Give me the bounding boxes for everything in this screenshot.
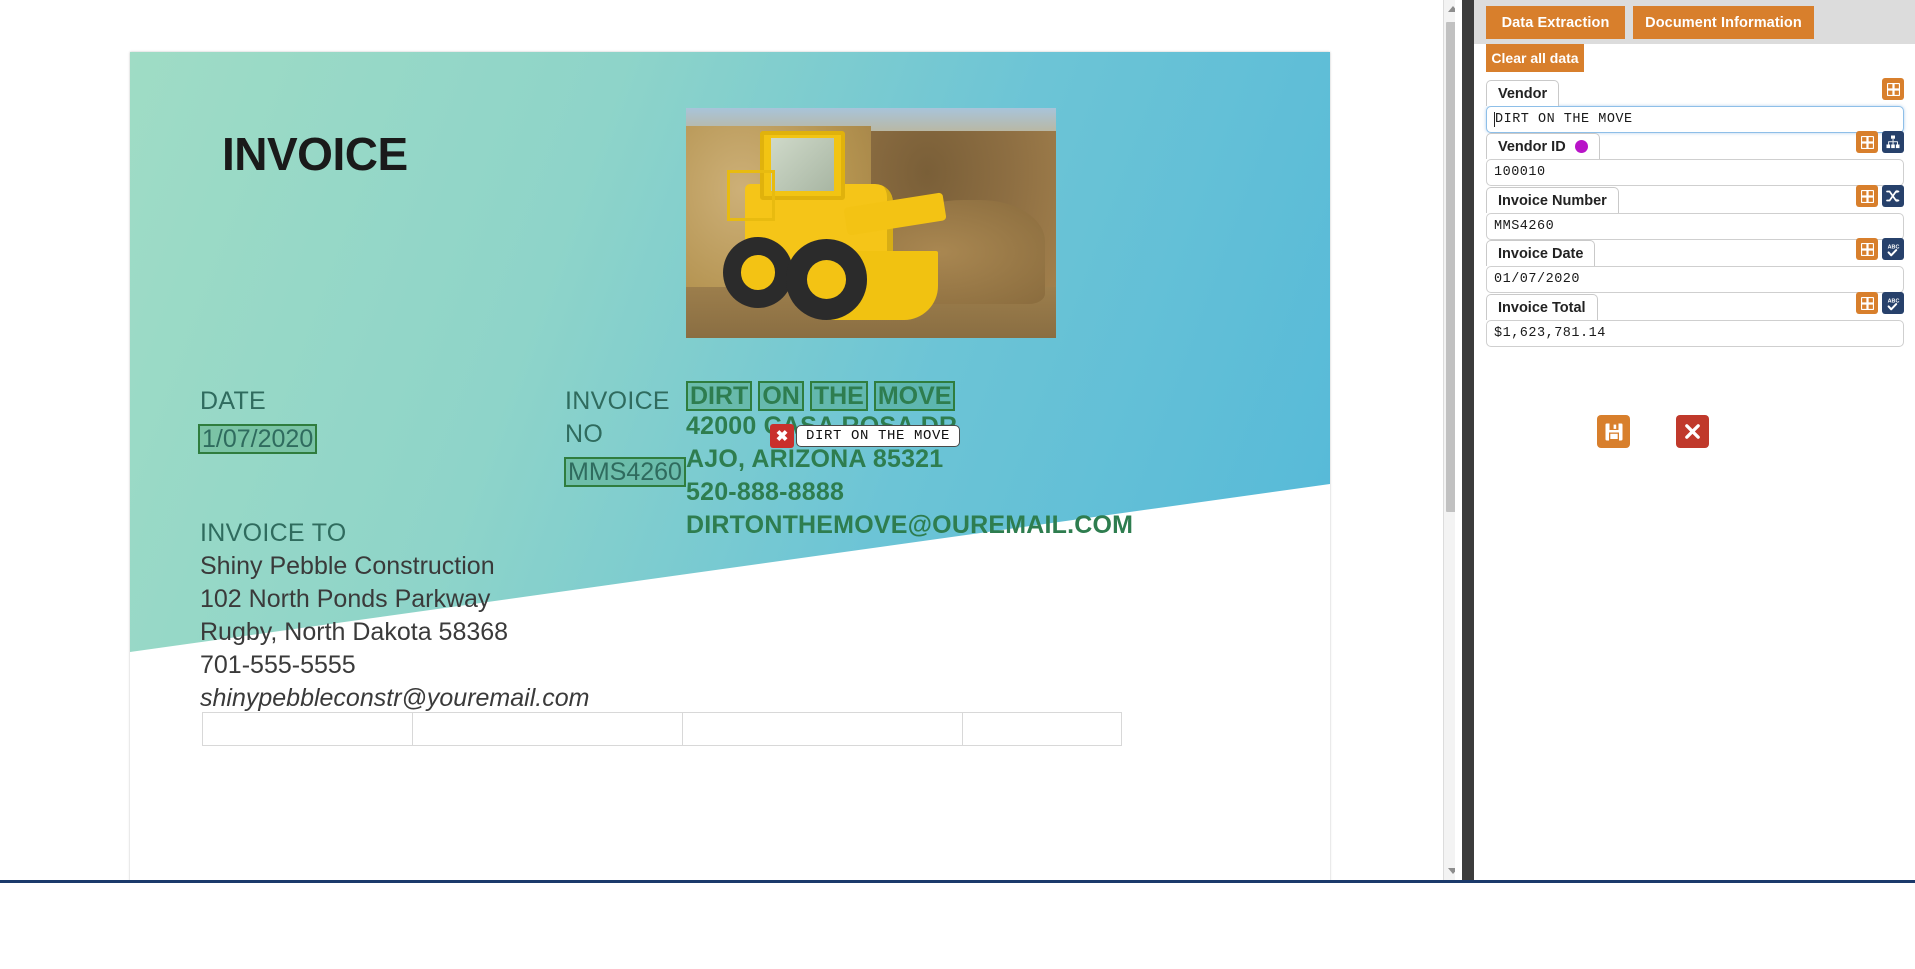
hierarchy-icon[interactable] [1882, 131, 1904, 153]
wheel-loader-photo [686, 108, 1056, 338]
field-vendor-value: DIRT ON THE MOVE [1495, 112, 1633, 127]
field-vendor-input[interactable]: DIRT ON THE MOVE [1486, 106, 1904, 133]
status-dot-icon [1574, 140, 1588, 153]
vendor-phone: 520-888-8888 [686, 478, 845, 506]
panel-tabstrip: Data Extraction Document Information [1474, 0, 1915, 44]
field-invoice-date-head: Invoice Date ABC [1486, 238, 1904, 266]
field-invoice-number-value: MMS4260 [1494, 219, 1555, 234]
caret-down-icon[interactable] [1444, 862, 1455, 880]
caret-up-icon[interactable] [1444, 0, 1455, 18]
bill-to-label: INVOICE TO [200, 519, 347, 547]
svg-text:ABC: ABC [1887, 244, 1899, 250]
field-invoice-date: Invoice Date ABC 01/07/2020 [1486, 238, 1904, 293]
close-x-icon[interactable]: ✖ [770, 424, 794, 448]
spellcheck-icon[interactable]: ABC [1882, 238, 1904, 260]
field-invoice-number-buttons [1856, 185, 1904, 207]
field-invoice-date-label: Invoice Date [1498, 245, 1584, 262]
invoice-no-label-line1: INVOICE [565, 387, 670, 415]
field-invoice-date-label-tab: Invoice Date [1486, 240, 1596, 266]
field-vendor-label-tab: Vendor [1486, 80, 1560, 106]
data-extraction-panel: Data Extraction Document Information Cle… [1474, 0, 1915, 880]
table-col-3 [682, 712, 962, 746]
clear-all-data-button[interactable]: Clear all data [1486, 44, 1584, 72]
bill-to-city: Rugby, North Dakota 58368 [200, 618, 509, 646]
vendor-word-3[interactable]: MOVE [873, 381, 956, 412]
invoice-no-value: MMS4260 [564, 457, 686, 488]
shuffle-icon[interactable] [1882, 185, 1904, 207]
field-invoice-date-value: 01/07/2020 [1494, 272, 1581, 287]
field-vendor-buttons [1882, 78, 1904, 100]
bill-to-email: shinypebbleconstr@youremail.com [200, 684, 590, 712]
scrollbar-thumb[interactable] [1446, 22, 1455, 512]
invoice-no-value-highlight[interactable]: MMS4260 [564, 457, 686, 488]
field-invoice-total-buttons: ABC [1856, 292, 1904, 314]
invoice-no-label-line2: NO [565, 420, 604, 448]
date-label: DATE [200, 387, 267, 415]
vendor-address-line2: AJO, ARIZONA 85321 [686, 445, 944, 473]
vendor-tag-popup[interactable]: ✖ DIRT ON THE MOVE [770, 424, 961, 448]
save-button[interactable] [1597, 415, 1630, 448]
grid-icon[interactable] [1856, 238, 1878, 260]
vendor-word-0[interactable]: DIRT [686, 381, 753, 412]
vendor-word-1[interactable]: ON [758, 381, 804, 412]
field-invoice-total-head: Invoice Total ABC [1486, 292, 1904, 320]
field-vendor-id-head: Vendor ID [1486, 131, 1904, 159]
field-vendor-id-label: Vendor ID [1498, 138, 1566, 155]
bill-to-street: 102 North Ponds Parkway [200, 585, 491, 613]
grid-icon[interactable] [1856, 292, 1878, 314]
vendor-tag-value: DIRT ON THE MOVE [796, 425, 961, 447]
field-invoice-date-buttons: ABC [1856, 238, 1904, 260]
viewer-scrollbar[interactable] [1443, 0, 1455, 880]
field-invoice-total-value: $1,623,781.14 [1494, 326, 1606, 341]
vendor-name-highlight-group[interactable]: DIRT ON THE MOVE [686, 381, 956, 412]
field-invoice-date-input[interactable]: 01/07/2020 [1486, 266, 1904, 293]
field-invoice-number-label-tab: Invoice Number [1486, 187, 1619, 213]
bill-to-name: Shiny Pebble Construction [200, 552, 495, 580]
grid-icon[interactable] [1856, 185, 1878, 207]
field-vendor-id: Vendor ID 100010 [1486, 131, 1904, 186]
field-vendor-id-buttons [1856, 131, 1904, 153]
tab-document-information[interactable]: Document Information [1633, 6, 1814, 39]
field-invoice-total-label: Invoice Total [1498, 299, 1586, 316]
field-vendor-head: Vendor [1486, 78, 1904, 106]
table-col-1 [202, 712, 412, 746]
field-invoice-total-label-tab: Invoice Total [1486, 294, 1598, 320]
table-col-4 [962, 712, 1122, 746]
field-vendor-id-value: 100010 [1494, 165, 1546, 180]
tab-data-extraction[interactable]: Data Extraction [1486, 6, 1625, 39]
field-invoice-number-input[interactable]: MMS4260 [1486, 213, 1904, 240]
date-value-highlight[interactable]: 1/07/2020 [198, 424, 318, 455]
line-items-table-header [202, 712, 1122, 746]
bill-to-phone: 701-555-5555 [200, 651, 356, 679]
invoice-page: INVOICE DATE 1/07/2020 INVOICE NO MMS426… [130, 52, 1330, 880]
field-invoice-total-input[interactable]: $1,623,781.14 [1486, 320, 1904, 347]
field-vendor-label: Vendor [1498, 85, 1548, 102]
panel-splitter[interactable] [1462, 0, 1474, 880]
field-invoice-number-head: Invoice Number [1486, 185, 1904, 213]
field-invoice-total: Invoice Total ABC $1,623,781.14 [1486, 292, 1904, 347]
bottom-toolbar: PAPERLESS ENVIRONMENTS Search... ← → | D… [0, 880, 1915, 969]
field-vendor-id-input[interactable]: 100010 [1486, 159, 1904, 186]
date-value: 1/07/2020 [198, 424, 318, 455]
grid-icon[interactable] [1856, 131, 1878, 153]
invoice-heading: INVOICE [222, 128, 408, 180]
field-vendor-id-label-tab: Vendor ID [1486, 133, 1600, 159]
document-viewer[interactable]: INVOICE DATE 1/07/2020 INVOICE NO MMS426… [0, 0, 1455, 880]
field-vendor: Vendor DIRT ON THE MOVE [1486, 78, 1904, 133]
cancel-button[interactable] [1676, 415, 1709, 448]
svg-text:ABC: ABC [1887, 298, 1899, 304]
table-col-2 [412, 712, 682, 746]
vendor-word-2[interactable]: THE [809, 381, 868, 412]
vendor-email: DIRTONTHEMOVE@OUREMAIL.COM [686, 511, 1134, 539]
grid-icon[interactable] [1882, 78, 1904, 100]
spellcheck-icon[interactable]: ABC [1882, 292, 1904, 314]
field-invoice-number-label: Invoice Number [1498, 192, 1607, 209]
field-invoice-number: Invoice Number MMS4260 [1486, 185, 1904, 240]
